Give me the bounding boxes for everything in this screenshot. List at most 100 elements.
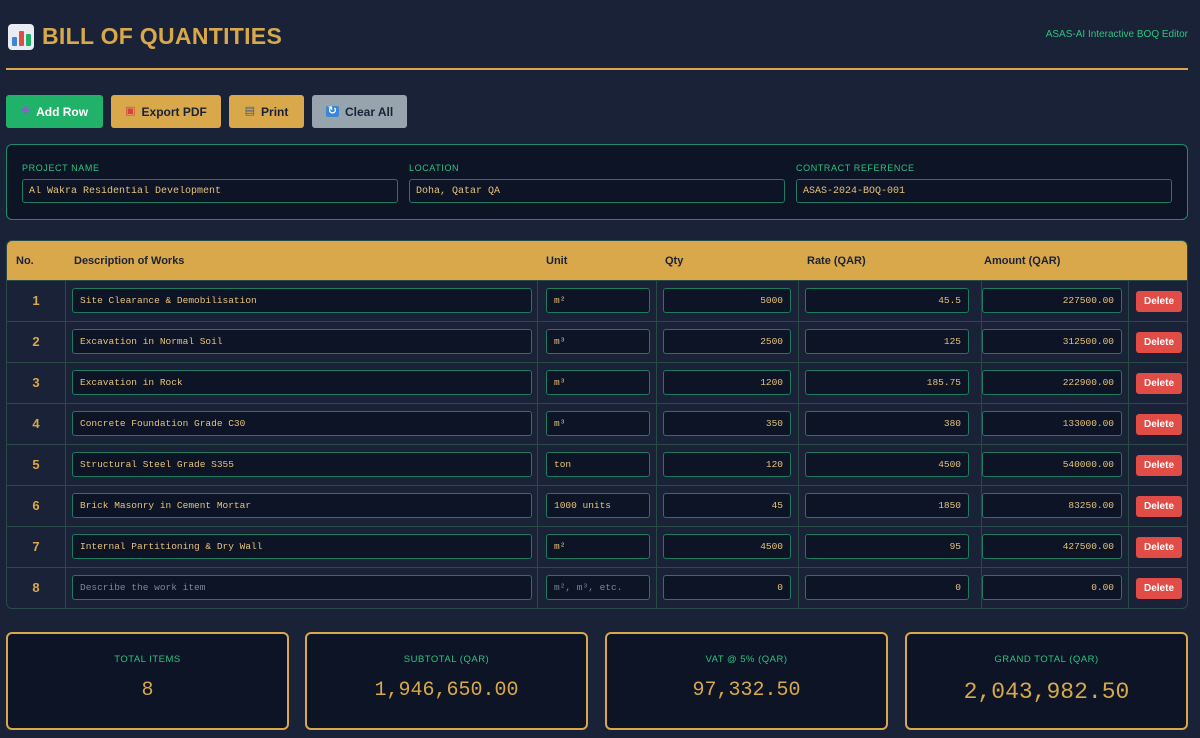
page-title: BILL OF QUANTITIES <box>42 23 283 49</box>
qty-input[interactable] <box>663 411 791 436</box>
delete-row-button[interactable]: Delete <box>1136 373 1182 394</box>
rate-input[interactable] <box>805 575 969 600</box>
column-divider <box>537 322 538 363</box>
qty-input[interactable] <box>663 288 791 313</box>
amount-input[interactable] <box>982 575 1122 600</box>
project-info-panel: PROJECT NAME LOCATION CONTRACT REFERENCE <box>6 144 1188 220</box>
unit-input[interactable] <box>546 534 650 559</box>
column-divider <box>656 404 657 445</box>
column-divider <box>1128 281 1129 322</box>
column-divider <box>798 486 799 527</box>
column-divider <box>65 486 66 527</box>
amount-input[interactable] <box>982 329 1122 354</box>
qty-input[interactable] <box>663 370 791 395</box>
column-divider <box>65 404 66 445</box>
header-rate: Rate (QAR) <box>807 255 866 267</box>
print-label: Print <box>261 104 289 119</box>
rate-input[interactable] <box>805 534 969 559</box>
page-subtitle: ASAS-AI Interactive BOQ Editor <box>1045 29 1188 40</box>
column-divider <box>798 527 799 568</box>
qty-input[interactable] <box>663 534 791 559</box>
column-divider <box>1128 527 1129 568</box>
rate-input[interactable] <box>805 493 969 518</box>
contract-reference-input[interactable] <box>796 179 1172 203</box>
rate-input[interactable] <box>805 288 969 313</box>
unit-input[interactable] <box>546 493 650 518</box>
qty-input[interactable] <box>663 329 791 354</box>
description-input[interactable] <box>72 370 532 395</box>
bar-chart-icon <box>8 24 34 50</box>
table-row: 5 Delete <box>7 444 1187 486</box>
qty-input[interactable] <box>663 452 791 477</box>
export-pdf-button[interactable]: ▣ Export PDF <box>111 95 221 128</box>
amount-input[interactable] <box>982 534 1122 559</box>
unit-input[interactable] <box>546 575 650 600</box>
row-number: 6 <box>32 498 40 513</box>
description-input[interactable] <box>72 411 532 436</box>
header-amount: Amount (QAR) <box>984 255 1061 267</box>
rate-input[interactable] <box>805 329 969 354</box>
unit-input[interactable] <box>546 370 650 395</box>
export-pdf-label: Export PDF <box>141 104 207 119</box>
total-items-value: 8 <box>141 679 154 702</box>
description-input[interactable] <box>72 493 532 518</box>
amount-input[interactable] <box>982 288 1122 313</box>
delete-row-button[interactable]: Delete <box>1136 496 1182 517</box>
unit-input[interactable] <box>546 411 650 436</box>
description-input[interactable] <box>72 534 532 559</box>
column-divider <box>537 486 538 527</box>
delete-row-button[interactable]: Delete <box>1136 414 1182 435</box>
delete-row-button[interactable]: Delete <box>1136 332 1182 353</box>
amount-input[interactable] <box>982 452 1122 477</box>
rate-input[interactable] <box>805 411 969 436</box>
header-no: No. <box>16 255 34 267</box>
delete-row-button[interactable]: Delete <box>1136 578 1182 599</box>
project-name-input[interactable] <box>22 179 398 203</box>
column-divider <box>656 281 657 322</box>
total-items-card: TOTAL ITEMS 8 <box>6 632 289 730</box>
amount-input[interactable] <box>982 493 1122 518</box>
amount-input[interactable] <box>982 411 1122 436</box>
delete-row-button[interactable]: Delete <box>1136 537 1182 558</box>
column-divider <box>537 568 538 608</box>
qty-input[interactable] <box>663 493 791 518</box>
project-name-label: PROJECT NAME <box>22 163 100 173</box>
rate-input[interactable] <box>805 452 969 477</box>
print-button[interactable]: ▤ Print <box>229 95 304 128</box>
location-input[interactable] <box>409 179 785 203</box>
delete-row-button[interactable]: Delete <box>1136 291 1182 312</box>
clear-all-label: Clear All <box>344 104 394 119</box>
column-divider <box>798 568 799 608</box>
column-divider <box>656 322 657 363</box>
vat-value: 97,332.50 <box>692 679 801 702</box>
rate-input[interactable] <box>805 370 969 395</box>
qty-input[interactable] <box>663 575 791 600</box>
table-row: 2 Delete <box>7 321 1187 363</box>
grand-total-label: GRAND TOTAL (QAR) <box>994 654 1099 665</box>
plus-icon: ✚ <box>20 105 31 117</box>
description-input[interactable] <box>72 575 532 600</box>
description-input[interactable] <box>72 452 532 477</box>
column-divider <box>656 363 657 404</box>
subtotal-card: SUBTOTAL (QAR) 1,946,650.00 <box>305 632 588 730</box>
column-divider <box>1128 322 1129 363</box>
column-divider <box>537 281 538 322</box>
add-row-button[interactable]: ✚ Add Row <box>6 95 103 128</box>
boq-table: No. Description of Works Unit Qty Rate (… <box>6 240 1188 609</box>
row-number: 3 <box>32 375 40 390</box>
unit-input[interactable] <box>546 329 650 354</box>
description-input[interactable] <box>72 329 532 354</box>
column-divider <box>1128 486 1129 527</box>
amount-input[interactable] <box>982 370 1122 395</box>
page-header: BILL OF QUANTITIES ASAS-AI Interactive B… <box>6 18 1188 70</box>
description-input[interactable] <box>72 288 532 313</box>
clear-all-button[interactable]: ↻ Clear All <box>312 95 407 128</box>
header-qty: Qty <box>665 255 684 267</box>
column-divider <box>656 445 657 486</box>
header-unit: Unit <box>546 255 568 267</box>
refresh-icon: ↻ <box>325 105 339 117</box>
unit-input[interactable] <box>546 288 650 313</box>
delete-row-button[interactable]: Delete <box>1136 455 1182 476</box>
unit-input[interactable] <box>546 452 650 477</box>
grand-total-card: GRAND TOTAL (QAR) 2,043,982.50 <box>905 632 1188 730</box>
